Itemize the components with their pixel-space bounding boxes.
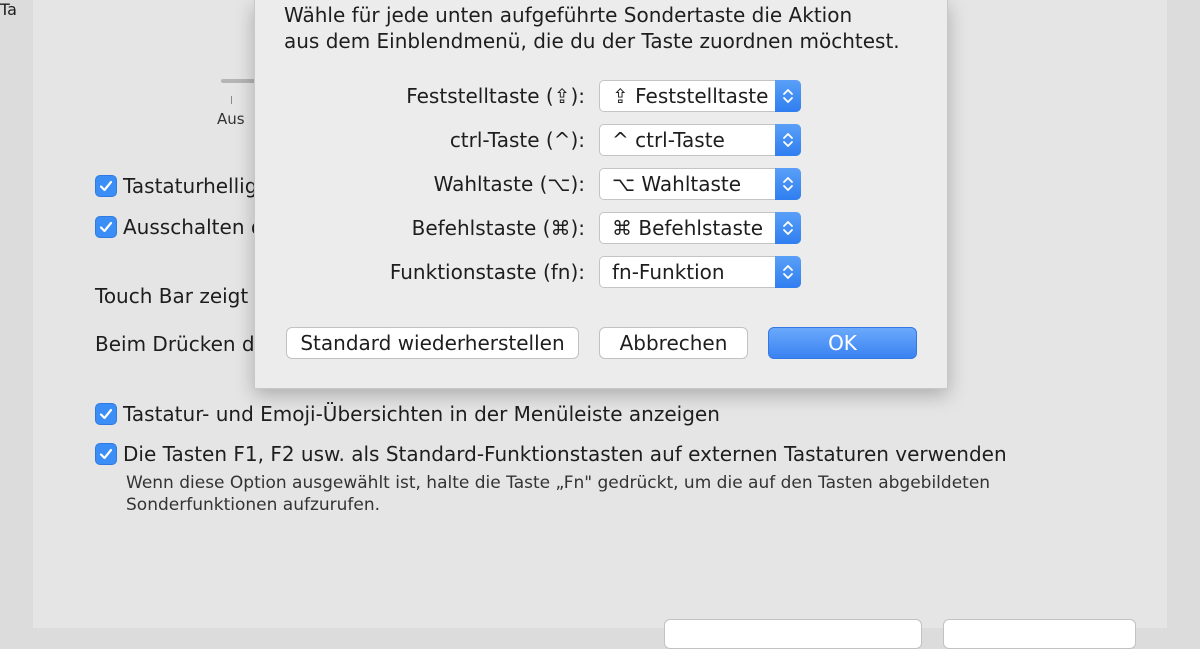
control-key-label: ctrl-Taste (^):	[449, 128, 585, 152]
command-key-popup[interactable]: ⌘ Befehlstaste	[599, 212, 801, 244]
bottom-button-left[interactable]	[664, 619, 922, 649]
checkmark-icon	[99, 180, 113, 192]
control-key-popup-value: ^ ctrl-Taste	[612, 128, 725, 152]
function-key-popup[interactable]: fn-Funktion	[599, 256, 801, 288]
checkbox-emoji-viewer[interactable]	[95, 403, 117, 425]
option-label-emoji-viewer: Tastatur- und Emoji-Übersichten in der M…	[123, 402, 720, 426]
caps-lock-popup-value: ⇪ Feststelltaste	[612, 84, 769, 108]
instructions-line-1: Wähle für jede unten aufgeführte Sondert…	[284, 3, 853, 27]
stepper-arrows-icon	[775, 256, 801, 288]
option-key-popup-value: ⌥ Wahltaste	[612, 172, 742, 196]
restore-defaults-button[interactable]: Standard wiederherstellen	[286, 327, 579, 359]
option-label-standard-function-keys: Die Tasten F1, F2 usw. als Standard-Funk…	[123, 442, 1007, 466]
cancel-button[interactable]: Abbrechen	[599, 327, 748, 359]
stepper-arrows-icon	[775, 168, 801, 200]
stepper-arrows-icon	[775, 80, 801, 112]
option-key-label: Wahltaste (⌥):	[433, 172, 585, 196]
checkmark-icon	[99, 408, 113, 420]
ok-button[interactable]: OK	[768, 327, 917, 359]
touch-bar-label: Touch Bar zeigt	[95, 284, 249, 308]
slider-label-off: Aus	[217, 110, 245, 128]
instructions-line-2: aus dem Einblendmenü, die du der Taste z…	[284, 29, 900, 53]
press-key-label: Beim Drücken de	[95, 332, 267, 356]
sheet-instructions: Wähle für jede unten aufgeführte Sondert…	[284, 2, 900, 54]
caps-lock-popup[interactable]: ⇪ Feststelltaste	[599, 80, 801, 112]
slider-tick	[231, 96, 232, 104]
fn-description: Wenn diese Option ausgewählt ist, halte …	[126, 473, 991, 515]
function-key-popup-value: fn-Funktion	[612, 260, 725, 284]
control-key-popup[interactable]: ^ ctrl-Taste	[599, 124, 801, 156]
checkbox-label-backlight-off: Ausschalten d	[123, 215, 264, 239]
checkmark-icon	[99, 448, 113, 460]
modifier-keys-sheet: Wähle für jede unten aufgeführte Sondert…	[254, 0, 948, 389]
command-key-popup-value: ⌘ Befehlstaste	[612, 216, 764, 240]
checkmark-icon	[99, 221, 113, 233]
checkbox-standard-function-keys[interactable]	[95, 443, 117, 465]
command-key-label: Befehlstaste (⌘):	[411, 216, 585, 240]
option-key-popup[interactable]: ⌥ Wahltaste	[599, 168, 801, 200]
checkbox-backlight-off[interactable]	[95, 216, 117, 238]
stepper-arrows-icon	[775, 124, 801, 156]
checkbox-label-keyboard-brightness: Tastaturhellig	[123, 174, 258, 198]
caps-lock-label: Feststelltaste (⇪):	[406, 84, 585, 108]
partial-heading: Ta	[0, 0, 17, 19]
bottom-button-right[interactable]	[943, 619, 1136, 649]
checkbox-keyboard-brightness[interactable]	[95, 175, 117, 197]
stepper-arrows-icon	[775, 212, 801, 244]
function-key-label: Funktionstaste (fn):	[389, 260, 585, 284]
